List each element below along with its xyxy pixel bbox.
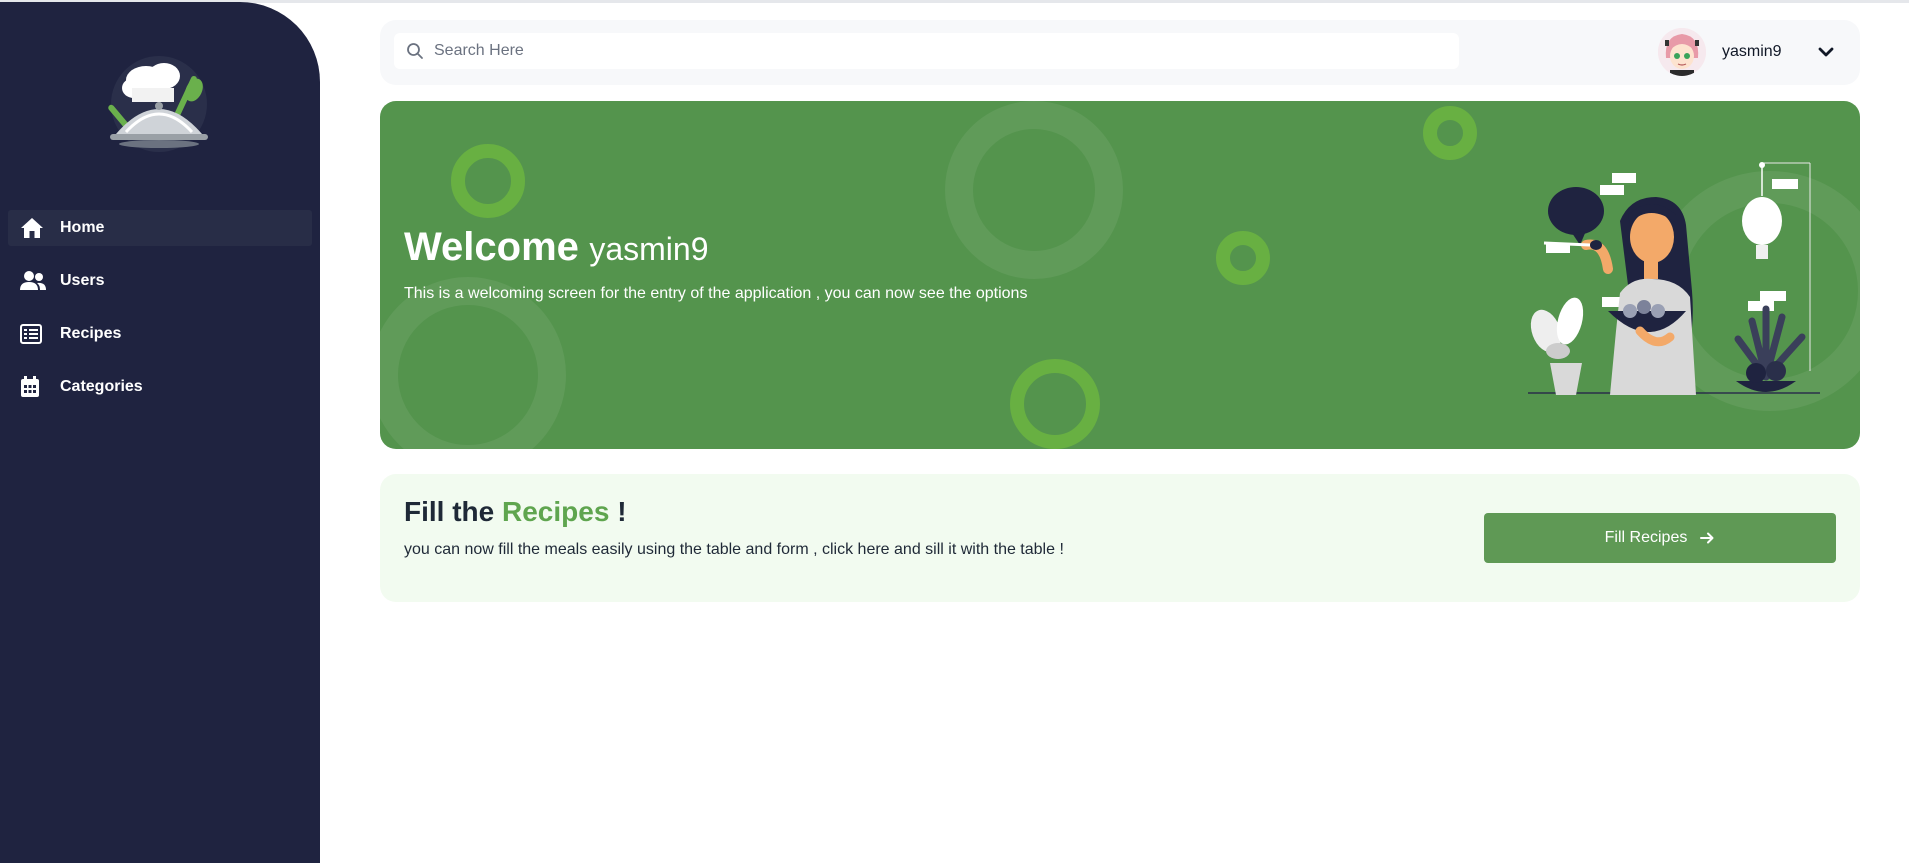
chef-logo[interactable] [98, 54, 220, 154]
fill-recipes-title: Fill the Recipes ! [404, 496, 627, 528]
sidebar-item-recipes[interactable]: Recipes [8, 316, 312, 352]
user-name: yasmin9 [1722, 43, 1782, 60]
title-suffix: ! [617, 496, 627, 527]
sidebar-item-categories[interactable]: Categories [8, 369, 312, 405]
decor-ring [451, 144, 525, 218]
fill-recipes-subtitle: you can now fill the meals easily using … [404, 541, 1064, 558]
sidebar: Home Users Recipes Categories [0, 2, 320, 863]
top-border [0, 0, 1909, 3]
calendar-icon [20, 375, 48, 399]
table-list-icon [20, 322, 48, 346]
fill-recipes-button-label: Fill Recipes [1604, 529, 1688, 546]
fill-recipes-card: Fill the Recipes ! you can now fill the … [380, 474, 1860, 602]
welcome-subtitle: This is a welcoming screen for the entry… [404, 285, 1028, 302]
search-input[interactable] [432, 41, 1416, 61]
home-icon [20, 216, 48, 240]
chevron-down-icon[interactable] [1816, 42, 1836, 62]
user-menu[interactable]: yasmin9 [1658, 28, 1836, 76]
welcome-title: Welcome yasmin9 [404, 225, 709, 270]
decor-ring [945, 101, 1123, 279]
welcome-user-name: yasmin9 [589, 231, 709, 267]
users-icon [20, 269, 48, 293]
welcome-text: Welcome [404, 225, 579, 269]
decor-ring [1423, 106, 1477, 160]
sidebar-item-label: Users [60, 272, 105, 289]
top-bar: yasmin9 [380, 20, 1860, 85]
decor-ring [1216, 231, 1270, 285]
sidebar-item-label: Categories [60, 378, 143, 395]
title-accent: Recipes [502, 496, 610, 527]
woman-eating-illustration [1520, 141, 1830, 411]
sidebar-item-label: Home [60, 219, 105, 236]
search-box[interactable] [394, 33, 1459, 69]
title-prefix: Fill the [404, 496, 495, 527]
sidebar-item-label: Recipes [60, 325, 122, 342]
sidebar-item-users[interactable]: Users [8, 263, 312, 299]
avatar[interactable] [1658, 28, 1706, 76]
welcome-banner: Welcome yasmin9 This is a welcoming scre… [380, 101, 1860, 449]
arrow-right-icon [1699, 530, 1715, 546]
fill-recipes-button[interactable]: Fill Recipes [1484, 513, 1836, 563]
sidebar-item-home[interactable]: Home [8, 210, 312, 246]
sidebar-menu: Home Users Recipes Categories [8, 210, 312, 422]
search-icon [406, 42, 424, 60]
decor-ring [1010, 359, 1100, 449]
